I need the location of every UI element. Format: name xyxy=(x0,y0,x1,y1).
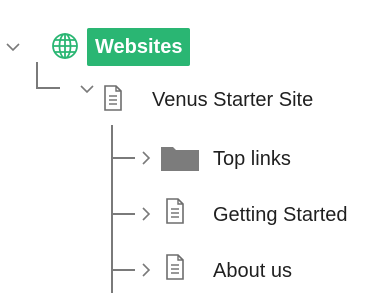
page-icon xyxy=(104,85,122,111)
tree-connector-child-3 xyxy=(111,269,135,271)
content-tree: Websites Venus Starter Site Top links Ge… xyxy=(0,0,390,293)
venus-starter-site-label[interactable]: Venus Starter Site xyxy=(152,88,313,112)
page-icon xyxy=(166,254,184,280)
child-label[interactable]: Top links xyxy=(213,147,291,171)
chevron-right-icon[interactable] xyxy=(137,205,155,223)
tree-connector-root xyxy=(36,62,38,88)
page-icon xyxy=(166,198,184,224)
websites-label[interactable]: Websites xyxy=(87,28,191,66)
chevron-right-icon[interactable] xyxy=(137,261,155,279)
chevron-down-icon[interactable] xyxy=(4,38,22,56)
tree-connector-child-1 xyxy=(111,157,135,159)
chevron-right-icon[interactable] xyxy=(137,149,155,167)
tree-connector-child-2 xyxy=(111,213,135,215)
tree-connector-site xyxy=(111,125,113,293)
child-label[interactable]: About us xyxy=(213,259,292,283)
globe-icon xyxy=(52,33,78,59)
chevron-down-icon[interactable] xyxy=(78,80,96,98)
folder-icon xyxy=(161,147,199,171)
child-label[interactable]: Getting Started xyxy=(213,203,348,227)
tree-connector-root-h xyxy=(36,87,60,89)
